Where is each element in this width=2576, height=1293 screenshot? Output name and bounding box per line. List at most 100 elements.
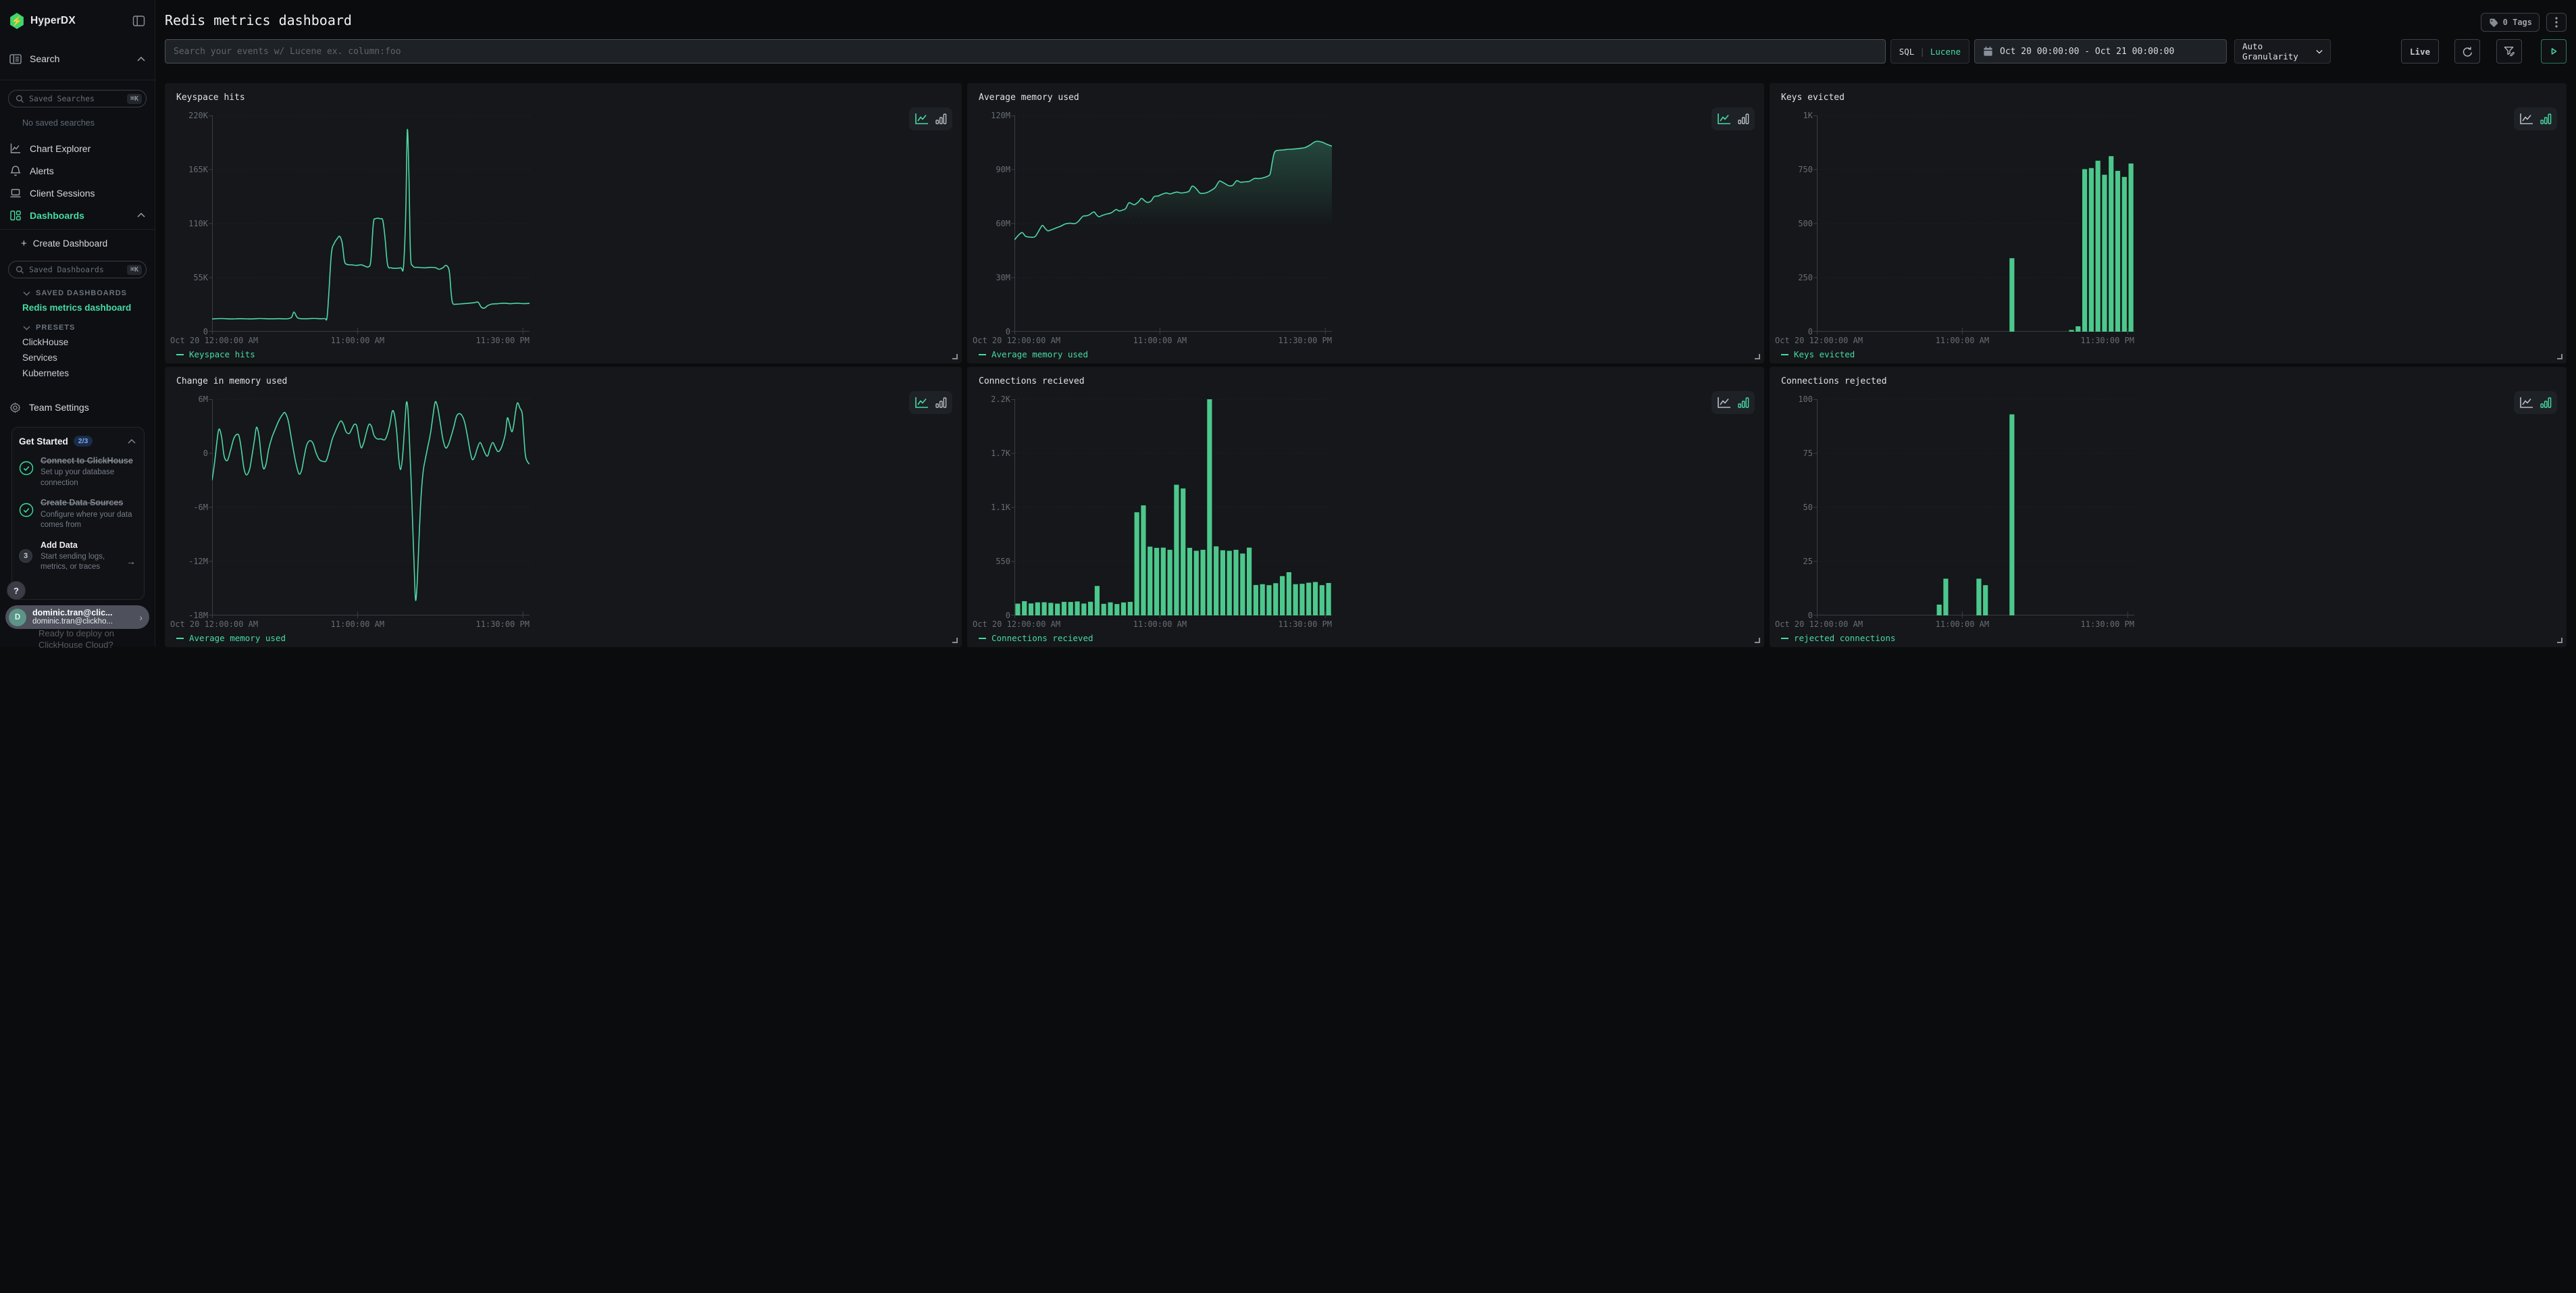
saved-searches-input[interactable]: Saved Searches ⌘K	[8, 90, 147, 107]
bar-series-bar	[2009, 258, 2014, 332]
line-view-button[interactable]	[1717, 397, 1732, 409]
saved-dashboards-placeholder: Saved Dashboards	[29, 265, 127, 274]
create-dashboard-button[interactable]: + Create Dashboard	[0, 230, 155, 257]
query-language-toggle[interactable]: SQL | Lucene	[1890, 39, 1969, 64]
bar-chart-icon	[935, 397, 947, 409]
sidebar-item-kubernetes[interactable]: Kubernetes	[0, 365, 155, 381]
sql-option[interactable]: SQL	[1899, 47, 1915, 57]
resize-handle[interactable]	[952, 638, 958, 643]
resize-handle[interactable]	[2557, 638, 2562, 643]
bar-series-bar	[1233, 550, 1238, 615]
sidebar-item-chart-explorer[interactable]: Chart Explorer	[0, 137, 155, 159]
legend-item[interactable]: Average memory used	[176, 633, 286, 643]
sidebar-item-team-settings[interactable]: Team Settings	[0, 396, 155, 419]
get-started-item-connect[interactable]: Connect to ClickHouse Set up your databa…	[19, 455, 136, 488]
bar-chart-icon	[935, 113, 947, 125]
line-view-button[interactable]	[915, 397, 929, 409]
resize-handle[interactable]	[1755, 638, 1760, 643]
presets-section-header[interactable]: PRESETS	[0, 324, 155, 332]
saved-dashboards-input[interactable]: Saved Dashboards ⌘K	[8, 261, 147, 278]
bar-series-bar	[1108, 603, 1112, 615]
granularity-select[interactable]: Auto Granularity	[2234, 39, 2331, 64]
resize-handle[interactable]	[952, 354, 958, 359]
live-button[interactable]: Live	[2401, 39, 2439, 64]
legend-label: rejected connections	[1794, 633, 1896, 643]
x-axis-tick-label: 11:00:00 AM	[1133, 336, 1187, 345]
chart-title: Connections recieved	[979, 376, 1085, 386]
y-axis-tick-label: 25	[1774, 557, 1813, 566]
x-axis-tick-label: Oct 20 12:00:00 AM	[1775, 619, 1863, 629]
user-menu[interactable]: D dominic.tran@clic... dominic.tran@clic…	[5, 605, 149, 629]
bar-series-bar	[1029, 603, 1033, 615]
task-description: Configure where your data comes from	[41, 510, 136, 531]
bar-view-button[interactable]	[935, 397, 947, 409]
line-view-button[interactable]	[915, 113, 929, 125]
bar-view-button[interactable]	[2540, 397, 2552, 409]
run-query-button[interactable]	[2541, 39, 2567, 64]
bar-view-button[interactable]	[1738, 113, 1749, 125]
y-axis-tick-label: 50	[1774, 503, 1813, 512]
y-axis-tick-label: -18M	[169, 611, 208, 620]
sidebar-item-dashboards[interactable]: Dashboards	[0, 204, 155, 226]
bar-series-bar	[1320, 585, 1324, 615]
legend-item[interactable]: rejected connections	[1781, 633, 1896, 643]
sidebar-item-client-sessions[interactable]: Client Sessions	[0, 182, 155, 204]
bar-view-button[interactable]	[2540, 113, 2552, 125]
bar-series-bar	[1937, 605, 1942, 615]
refresh-button[interactable]	[2454, 39, 2480, 64]
bar-series-bar	[1194, 551, 1199, 615]
brand-row: ⚡ HyperDX	[0, 0, 155, 32]
tags-button[interactable]: 0 Tags	[2481, 13, 2540, 32]
bar-view-button[interactable]	[935, 113, 947, 125]
filter-button[interactable]	[2496, 39, 2522, 64]
legend-dash	[979, 638, 986, 639]
legend-item[interactable]: Keyspace hits	[176, 349, 255, 359]
dashboard-grid: Keyspace hits220K165K110K55K0Oct 20 12:0…	[165, 83, 2567, 647]
line-chart-icon	[915, 397, 929, 409]
bar-series-bar	[1240, 553, 1245, 615]
get-started-item-add-data[interactable]: 3 Add Data Start sending logs, metrics, …	[19, 540, 136, 573]
bar-series-bar	[1148, 547, 1152, 615]
sidebar-item-redis-metrics-dashboard[interactable]: Redis metrics dashboard	[0, 303, 155, 313]
saved-dashboards-section-header[interactable]: SAVED DASHBOARDS	[0, 289, 155, 297]
legend-item[interactable]: Connections recieved	[979, 633, 1093, 643]
y-axis-tick-label: 30M	[971, 273, 1010, 282]
legend-label: Keys evicted	[1794, 349, 1855, 359]
sidebar-item-alerts[interactable]: Alerts	[0, 159, 155, 182]
bar-series-bar	[1200, 550, 1205, 615]
chevron-up-icon[interactable]	[128, 439, 136, 444]
chart-title: Keyspace hits	[176, 93, 245, 103]
collapse-sidebar-button[interactable]	[132, 15, 145, 27]
y-axis-tick-label: 0	[971, 327, 1010, 336]
lucene-option[interactable]: Lucene	[1930, 47, 1961, 57]
chart-card-keys-evicted: Keys evicted1K7505002500Oct 20 12:00:00 …	[1770, 83, 2567, 363]
x-axis-tick-label: Oct 20 12:00:00 AM	[973, 619, 1060, 629]
y-axis-tick-label: 0	[1774, 611, 1813, 620]
legend-item[interactable]: Keys evicted	[1781, 349, 1855, 359]
resize-handle[interactable]	[1755, 354, 1760, 359]
line-view-button[interactable]	[2519, 113, 2534, 125]
search-input[interactable]	[165, 39, 1886, 64]
help-button[interactable]: ?	[7, 581, 26, 600]
gear-icon	[9, 402, 21, 413]
bar-series-bar	[2096, 161, 2101, 332]
date-range-picker[interactable]: Oct 20 00:00:00 - Oct 21 00:00:00	[1974, 39, 2227, 64]
legend-item[interactable]: Average memory used	[979, 349, 1088, 359]
chart-explorer-icon	[9, 143, 22, 154]
resize-handle[interactable]	[2557, 354, 2562, 359]
x-axis-tick-label: 11:00:00 AM	[1133, 619, 1187, 629]
line-view-button[interactable]	[2519, 397, 2534, 409]
x-axis-tick-label: Oct 20 12:00:00 AM	[170, 336, 258, 345]
legend-dash	[979, 354, 986, 355]
get-started-item-data-sources[interactable]: Create Data Sources Configure where your…	[19, 497, 136, 530]
page-title: Redis metrics dashboard	[165, 12, 2567, 28]
sidebar-item-clickhouse[interactable]: ClickHouse	[0, 334, 155, 350]
sidebar-item-search[interactable]: Search	[0, 47, 155, 70]
play-icon	[2548, 46, 2559, 57]
bar-view-button[interactable]	[1738, 397, 1749, 409]
sidebar-item-services[interactable]: Services	[0, 350, 155, 365]
y-axis-tick-label: 0	[971, 611, 1010, 620]
y-axis-tick-label: 100	[1774, 395, 1813, 404]
more-options-button[interactable]	[2546, 13, 2567, 32]
line-view-button[interactable]	[1717, 113, 1732, 125]
